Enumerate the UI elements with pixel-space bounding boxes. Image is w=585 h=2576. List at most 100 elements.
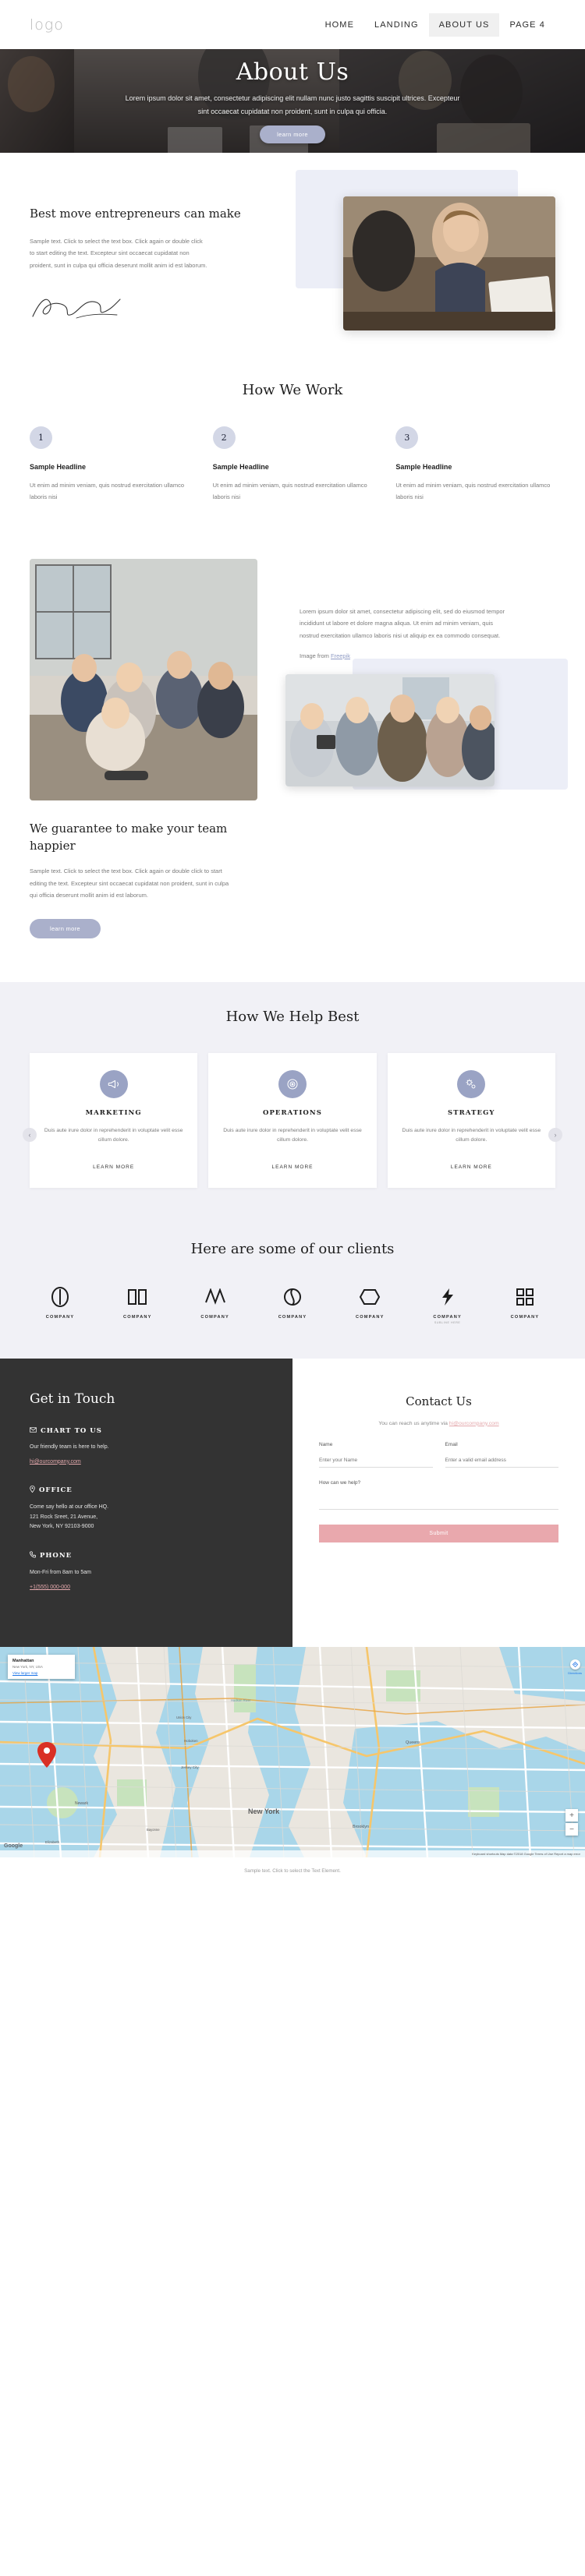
nav-item-home[interactable]: HOME xyxy=(315,13,364,37)
help-card-learn-more-link[interactable]: LEARN MORE xyxy=(451,1164,492,1170)
hero-title: About Us xyxy=(236,58,349,87)
client-name: COMPANY xyxy=(356,1314,385,1320)
contact-block-office: OFFICE Come say hello at our office HQ. … xyxy=(30,1485,263,1533)
best-move-heading: Best move entrepreneurs can make xyxy=(30,207,241,221)
contact-block-line: New York, NY 92103-9000 xyxy=(30,1524,94,1530)
get-in-touch-panel: Get in Touch CHART TO US Our friendly te… xyxy=(0,1358,292,1648)
nav-item-about-us[interactable]: ABOUT US xyxy=(428,12,500,37)
contact-block-heading: CHART TO US xyxy=(30,1427,263,1435)
client-logo-1[interactable]: COMPANY xyxy=(30,1285,90,1320)
client-logo-5[interactable]: COMPANY xyxy=(339,1285,400,1320)
guarantee-paragraph: Sample text. Click to select the text bo… xyxy=(30,868,229,899)
carousel-next-icon[interactable]: › xyxy=(548,1128,562,1143)
freepik-link[interactable]: Freepik xyxy=(331,652,350,659)
contact-block-line: Our friendly team is here to help. xyxy=(30,1443,109,1450)
guarantee-wrapper: We guarantee to make your team happier S… xyxy=(30,558,568,938)
contact-block-line: Come say hello at our office HQ. xyxy=(30,1504,109,1510)
help-card-text: Duis aute irure dolor in reprehenderit i… xyxy=(44,1127,183,1143)
client-logo-4[interactable]: COMPANY xyxy=(262,1285,323,1320)
help-card-title: OPERATIONS xyxy=(262,1108,323,1117)
help-cards-carousel: ‹ › MARKETING Duis aute irure dolor in r… xyxy=(23,1052,562,1188)
how-we-help-section: How We Help Best ‹ › MARKETING Duis aute… xyxy=(0,981,585,1224)
client-name: COMPANY xyxy=(433,1314,462,1320)
help-card-learn-more-link[interactable]: LEARN MORE xyxy=(272,1164,314,1170)
guarantee-learn-more-button[interactable]: learn more xyxy=(30,918,101,938)
email-field-group: Email xyxy=(445,1442,558,1468)
message-input[interactable] xyxy=(319,1489,558,1510)
best-move-paragraph: Sample text. Click to select the text bo… xyxy=(30,237,207,269)
step-heading: Sample Headline xyxy=(395,462,452,471)
nav-item-page-4[interactable]: PAGE 4 xyxy=(499,13,555,37)
map-section[interactable]: Manhattan New York, NY, USA View larger … xyxy=(0,1647,585,1858)
phone-icon xyxy=(30,1551,37,1560)
hero-content: About Us Lorem ipsum dolor sit amet, con… xyxy=(0,58,585,143)
clients-logo-row: COMPANY COMPANY COMPANY COMPANY COMPANY … xyxy=(30,1285,555,1324)
client-mark-waves-icon xyxy=(185,1285,246,1309)
client-mark-bolt-icon xyxy=(417,1285,478,1309)
pin-icon xyxy=(30,1485,35,1495)
hero-learn-more-button[interactable]: learn more xyxy=(260,125,325,143)
client-name: COMPANY xyxy=(45,1314,75,1320)
contact-email-link[interactable]: hi@ourcompany.com xyxy=(30,1459,81,1465)
help-card-learn-more-link[interactable]: LEARN MORE xyxy=(93,1164,134,1170)
contact-form-email-link[interactable]: hi@ourcompany.com xyxy=(449,1421,499,1426)
name-input[interactable] xyxy=(319,1454,433,1468)
client-name: COMPANY xyxy=(510,1314,540,1320)
guarantee-team-photo xyxy=(30,558,257,800)
contact-block-title: CHART TO US xyxy=(41,1426,102,1435)
best-move-photo xyxy=(343,196,555,330)
contact-block-chat: CHART TO US Our friendly team is here to… xyxy=(30,1427,263,1467)
contact-form-title: Contact Us xyxy=(406,1394,472,1408)
contact-block-heading: PHONE xyxy=(30,1551,263,1560)
directions-icon xyxy=(572,1662,578,1668)
map-zoom-in-button[interactable]: + xyxy=(566,1809,578,1822)
clients-title: Here are some of our clients xyxy=(190,1240,395,1257)
contact-block-heading: OFFICE xyxy=(30,1485,263,1495)
email-input[interactable] xyxy=(445,1454,558,1468)
view-larger-map-link[interactable]: View larger map xyxy=(12,1671,70,1675)
name-field-label: Name xyxy=(319,1441,333,1447)
client-logo-7[interactable]: COMPANY xyxy=(495,1285,555,1320)
submit-button[interactable]: Submit xyxy=(319,1524,558,1542)
client-name: COMPANY xyxy=(200,1314,229,1320)
guarantee-heading: We guarantee to make your team happier xyxy=(30,821,228,853)
how-we-work-title: How We Work xyxy=(242,381,343,398)
step-heading: Sample Headline xyxy=(212,462,269,471)
help-card-marketing[interactable]: MARKETING Duis aute irure dolor in repre… xyxy=(30,1052,198,1188)
client-name: COMPANY xyxy=(123,1314,152,1320)
guarantee-second-photo xyxy=(285,673,495,786)
client-mark-grid-icon xyxy=(495,1285,555,1309)
client-logo-3[interactable]: COMPANY xyxy=(185,1285,246,1320)
contact-phone-link[interactable]: +1(555) 000-000 xyxy=(30,1585,70,1590)
client-mark-book-icon xyxy=(107,1285,168,1309)
step-text: Ut enim ad minim veniam, quis nostrud ex… xyxy=(395,481,551,500)
help-card-strategy[interactable]: STRATEGY Duis aute irure dolor in repreh… xyxy=(387,1052,555,1188)
best-move-media-column xyxy=(264,170,555,330)
map-directions-button[interactable]: Directions xyxy=(568,1659,582,1675)
map-directions-label: Directions xyxy=(568,1671,582,1676)
map-place-card[interactable]: Manhattan New York, NY, USA View larger … xyxy=(8,1655,75,1680)
footer-text: Sample text. Click to select the Text El… xyxy=(244,1868,341,1875)
map-place-title: Manhattan xyxy=(12,1659,34,1664)
nav-item-landing[interactable]: LANDING xyxy=(364,13,429,37)
map-place-subtitle: New York, NY, USA xyxy=(12,1665,43,1670)
map-attribution-text: Keyboard shortcuts Map data ©2018 Google… xyxy=(472,1852,580,1857)
hero-paragraph: Lorem ipsum dolor sit amet, consectetur … xyxy=(125,94,460,115)
image-credit-prefix: Image from xyxy=(300,652,332,659)
logo[interactable]: logo xyxy=(30,16,64,34)
best-move-text-column: Best move entrepreneurs can make Sample … xyxy=(30,182,264,323)
how-we-work-section: How We Work 1 Sample Headline Ut enim ad… xyxy=(0,367,585,537)
guarantee-side-text: Lorem ipsum dolor sit amet, consectetur … xyxy=(300,607,505,639)
map-zoom-out-button[interactable]: − xyxy=(566,1823,578,1836)
client-logo-6[interactable]: COMPANY SUBLINE HERE xyxy=(417,1285,478,1324)
client-mark-hex-icon xyxy=(339,1285,400,1309)
client-name: COMPANY xyxy=(278,1314,307,1320)
step-number-badge: 3 xyxy=(395,426,419,449)
help-card-text: Duis aute irure dolor in reprehenderit i… xyxy=(223,1127,362,1143)
name-email-row: Name Email xyxy=(319,1442,558,1468)
client-logo-2[interactable]: COMPANY xyxy=(107,1285,168,1320)
contact-form-subtitle: You can reach us anytime via hi@ourcompa… xyxy=(319,1421,558,1426)
help-card-operations[interactable]: OPERATIONS Duis aute irure dolor in repr… xyxy=(208,1052,377,1188)
client-mark-spiral-icon xyxy=(262,1285,323,1309)
best-move-section: Best move entrepreneurs can make Sample … xyxy=(0,153,585,368)
